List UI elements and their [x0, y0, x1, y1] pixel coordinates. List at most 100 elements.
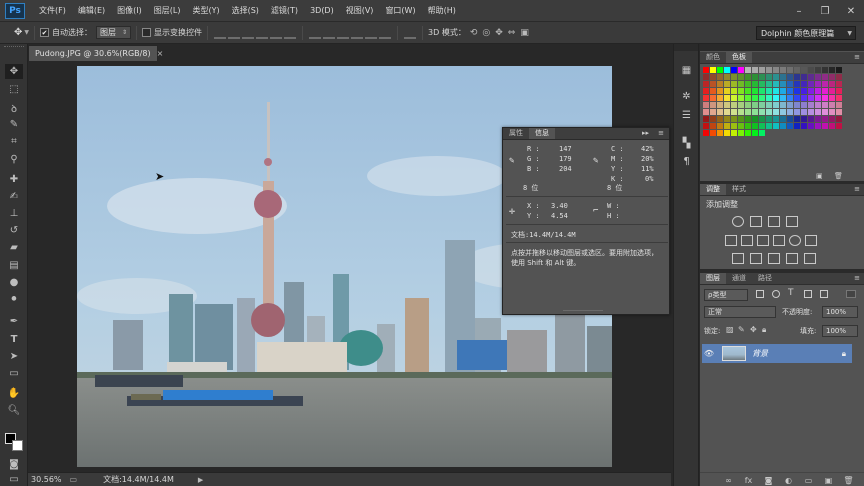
black-white-adjust-icon[interactable] [757, 235, 769, 246]
distribute-top-icon[interactable] [309, 27, 322, 39]
swatch[interactable] [703, 74, 709, 80]
screen-mode-icon[interactable]: ▭ [5, 472, 23, 486]
menu-select[interactable]: 选择(S) [226, 0, 265, 22]
swatch[interactable] [717, 130, 723, 136]
swatch[interactable] [717, 102, 723, 108]
swatch[interactable] [836, 74, 842, 80]
swatch[interactable] [731, 102, 737, 108]
swatch[interactable] [822, 74, 828, 80]
cmyk-eyedropper-icon[interactable]: ✎ [593, 156, 598, 166]
swatch[interactable] [773, 81, 779, 87]
swatch[interactable] [766, 95, 772, 101]
swatch[interactable] [787, 88, 793, 94]
swatch[interactable] [815, 81, 821, 87]
swatch[interactable] [822, 123, 828, 129]
brush-panel-icon[interactable]: ☰ [678, 108, 695, 122]
invert-adjust-icon[interactable] [732, 253, 744, 264]
quick-select-tool-icon[interactable]: ✎ [5, 117, 23, 132]
swatch[interactable] [738, 109, 744, 115]
filter-pixel-icon[interactable] [756, 290, 764, 298]
auto-select-checkbox[interactable]: ✔ [40, 28, 50, 37]
swatch[interactable] [780, 67, 786, 73]
swatch[interactable] [815, 67, 821, 73]
swatch[interactable] [766, 74, 772, 80]
type-tool-icon[interactable]: T [5, 332, 23, 347]
swatch[interactable] [703, 81, 709, 87]
swatch[interactable] [759, 109, 765, 115]
fill-input[interactable]: 100% [822, 325, 858, 337]
swatch[interactable] [703, 109, 709, 115]
curves-adjust-icon[interactable] [768, 216, 780, 227]
menu-help[interactable]: 帮助(H) [422, 0, 462, 22]
close-button[interactable]: ✕ [838, 0, 864, 22]
swatch[interactable] [731, 116, 737, 122]
swatch[interactable] [829, 123, 835, 129]
strip-grip[interactable] [674, 44, 698, 51]
swatch[interactable] [829, 67, 835, 73]
swatch[interactable] [815, 123, 821, 129]
menu-edit[interactable]: 编辑(E) [72, 0, 111, 22]
vibrance-adjust-icon[interactable] [804, 216, 816, 227]
distribute-bottom-icon[interactable] [337, 27, 350, 39]
swatch[interactable] [808, 109, 814, 115]
swatch[interactable] [766, 67, 772, 73]
swatch[interactable] [794, 67, 800, 73]
tab-channels[interactable]: 通道 [726, 273, 752, 284]
channel-mixer-adjust-icon[interactable] [789, 235, 801, 246]
swatch[interactable] [822, 81, 828, 87]
swatch[interactable] [780, 74, 786, 80]
show-transform-checkbox[interactable] [142, 28, 152, 37]
swatch[interactable] [808, 102, 814, 108]
align-vcenter-icon[interactable] [228, 27, 241, 39]
swatch[interactable] [787, 95, 793, 101]
layer-name[interactable]: 背景 [752, 348, 768, 359]
swatch[interactable] [759, 81, 765, 87]
swatch[interactable] [745, 130, 751, 136]
filter-type-icon[interactable]: T [788, 288, 794, 298]
swatch[interactable] [836, 123, 842, 129]
swatch[interactable] [780, 116, 786, 122]
swatch[interactable] [836, 67, 842, 73]
swatch[interactable] [773, 116, 779, 122]
swatch[interactable] [822, 116, 828, 122]
swatch[interactable] [829, 88, 835, 94]
swatch[interactable] [752, 95, 758, 101]
photo-filter-adjust-icon[interactable] [773, 235, 785, 246]
quick-mask-icon[interactable]: ◙ [5, 457, 23, 472]
swatch[interactable] [745, 95, 751, 101]
swatch[interactable] [759, 102, 765, 108]
swatch[interactable] [815, 102, 821, 108]
panel-menu-icon[interactable]: ≡ [854, 53, 860, 61]
swatch[interactable] [787, 109, 793, 115]
visibility-eye-icon[interactable]: 👁︎ [702, 349, 716, 358]
swatch[interactable] [710, 123, 716, 129]
path-select-tool-icon[interactable]: ➤ [5, 349, 23, 364]
crop-tool-icon[interactable]: ⌗ [5, 134, 23, 149]
swatch[interactable] [738, 123, 744, 129]
panel-menu-icon[interactable]: ≡ [854, 274, 860, 282]
move-tool-preset-icon[interactable]: ✥ [14, 27, 22, 38]
tab-paths[interactable]: 路径 [752, 273, 778, 284]
swatch[interactable] [724, 116, 730, 122]
swatch[interactable] [752, 81, 758, 87]
distribute-left-icon[interactable] [351, 27, 364, 39]
swatch[interactable] [717, 74, 723, 80]
align-right-icon[interactable] [284, 27, 297, 39]
swatch[interactable] [752, 67, 758, 73]
swatch[interactable] [745, 116, 751, 122]
align-hcenter-icon[interactable] [270, 27, 283, 39]
swatch[interactable] [738, 95, 744, 101]
swatch[interactable] [745, 81, 751, 87]
swatch[interactable] [836, 109, 842, 115]
status-menu-arrow-icon[interactable]: ▶ [198, 476, 203, 484]
swatch[interactable] [745, 88, 751, 94]
swatch[interactable] [801, 123, 807, 129]
swatch[interactable] [710, 88, 716, 94]
swatch[interactable] [801, 116, 807, 122]
align-left-icon[interactable] [256, 27, 269, 39]
layer-row-background[interactable]: 👁︎ 背景 🔒︎ [702, 344, 852, 363]
swatch[interactable] [780, 102, 786, 108]
swatch[interactable] [759, 88, 765, 94]
swatch[interactable] [752, 74, 758, 80]
swatch[interactable] [703, 123, 709, 129]
